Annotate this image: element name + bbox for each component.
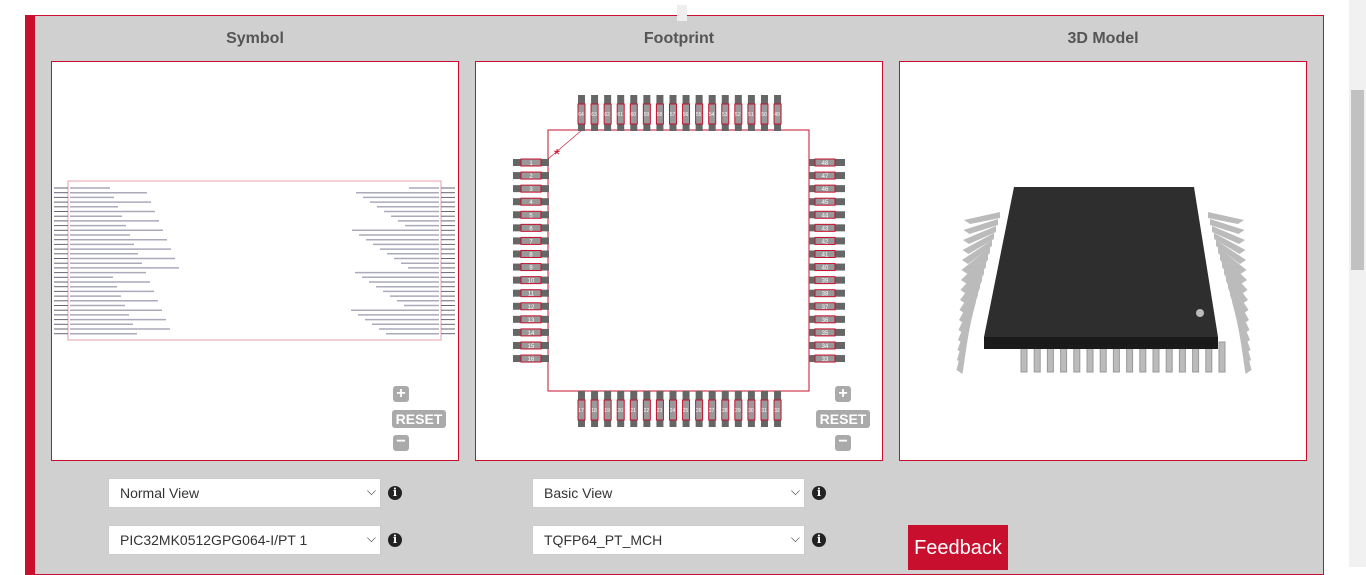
pad-number: 17 xyxy=(578,408,584,414)
ecad-preview-panel: Symbol Footprint 3D Model + RESET − * 1 48… xyxy=(25,15,1324,575)
pad-number: 42 xyxy=(822,239,829,245)
pad-number: 12 xyxy=(528,305,535,311)
pad-number: 58 xyxy=(657,112,663,118)
scrollbar[interactable] xyxy=(1349,0,1366,567)
symbol-view-value: Normal View xyxy=(120,485,200,501)
pad-number: 19 xyxy=(604,408,610,414)
pad-number: 27 xyxy=(709,408,715,414)
pad-number: 24 xyxy=(670,408,676,414)
pad-number: 44 xyxy=(822,213,829,219)
pad-number: 35 xyxy=(822,331,829,337)
pad-number: 52 xyxy=(735,112,741,118)
chip-side xyxy=(984,337,1218,349)
info-icon[interactable]: i xyxy=(388,533,402,547)
pad-number: 16 xyxy=(528,357,535,363)
footprint-drawing: *1 4864172 4763183 4662194 4561205 4460216 435… xyxy=(513,95,845,427)
3d-model-viewer[interactable] xyxy=(899,61,1307,461)
footprint-viewer[interactable]: * 1 48 64 17 2 47 63 18 3 46 62 19 4 45 61 20 5 44 60 21 6 43 5… xyxy=(475,61,883,461)
pad-number: 56 xyxy=(683,112,689,118)
chip-pin1-dot xyxy=(1196,309,1204,317)
pad-number: 62 xyxy=(604,112,610,118)
symbol-view-select[interactable]: Normal View ⌵ xyxy=(108,478,381,508)
pad-number: 34 xyxy=(822,344,829,350)
pad-number: 32 xyxy=(774,408,780,414)
model-heading: 3D Model xyxy=(1067,30,1139,47)
symbol-part-select[interactable]: PIC32MK0512GPG064-I/PT 1 ⌵ xyxy=(108,525,381,555)
info-icon[interactable]: i xyxy=(812,486,826,500)
pad-number: 49 xyxy=(774,112,780,118)
chevron-down-icon: ⌵ xyxy=(366,531,376,545)
pad-number: 30 xyxy=(748,408,754,414)
pad-number: 53 xyxy=(722,112,728,118)
pin1-marker: * xyxy=(554,147,560,164)
pad-number: 45 xyxy=(822,200,829,206)
scrollbar-thumb[interactable] xyxy=(1351,90,1364,270)
pad-number: 60 xyxy=(630,112,636,118)
pad-number: 48 xyxy=(822,161,829,167)
pad-number: 37 xyxy=(822,305,829,311)
pad-number: 50 xyxy=(761,112,767,118)
footprint-view-select[interactable]: Basic View ⌵ xyxy=(532,478,805,508)
pad-number: 43 xyxy=(822,226,829,232)
symbol-part-value: PIC32MK0512GPG064-I/PT 1 xyxy=(120,532,308,548)
pad-number: 25 xyxy=(683,408,689,414)
pad-number: 13 xyxy=(528,318,535,324)
pad-number: 26 xyxy=(696,408,702,414)
pad-number: 51 xyxy=(748,112,754,118)
symbol-heading: Symbol xyxy=(226,30,284,47)
pad-number: 31 xyxy=(761,408,767,414)
footprint-outline xyxy=(547,129,810,392)
pad-number: 38 xyxy=(822,292,829,298)
info-icon[interactable]: i xyxy=(812,533,826,547)
info-icon[interactable]: i xyxy=(388,486,402,500)
pad-number: 10 xyxy=(528,279,535,285)
pad-number: 20 xyxy=(617,408,623,414)
footprint-name-select[interactable]: TQFP64_PT_MCH ⌵ xyxy=(532,525,805,555)
footprint-view-value: Basic View xyxy=(544,485,613,501)
model-pin xyxy=(1218,341,1226,373)
pad-number: 14 xyxy=(528,331,535,337)
pad-number: 57 xyxy=(670,112,676,118)
pad-number: 39 xyxy=(822,279,829,285)
reset-button[interactable]: RESET xyxy=(816,410,870,428)
zoom-in-button[interactable]: + xyxy=(393,386,409,402)
pad-number: 61 xyxy=(617,112,623,118)
pad-number: 55 xyxy=(696,112,702,118)
pad-number: 21 xyxy=(630,408,636,414)
pad-number: 23 xyxy=(657,408,663,414)
pad-number: 59 xyxy=(644,112,650,118)
pad-number: 15 xyxy=(528,344,535,350)
pad-number: 46 xyxy=(822,187,829,193)
pad-number: 28 xyxy=(722,408,728,414)
pad-number: 29 xyxy=(735,408,741,414)
zoom-out-button[interactable]: − xyxy=(835,434,851,451)
zoom-in-button[interactable]: + xyxy=(835,386,851,402)
pad-number: 33 xyxy=(822,357,829,363)
footprint-name-value: TQFP64_PT_MCH xyxy=(544,532,663,548)
chevron-down-icon: ⌵ xyxy=(790,484,800,498)
reset-button[interactable]: RESET xyxy=(392,410,446,428)
pad-number: 22 xyxy=(644,408,650,414)
pad-number: 18 xyxy=(591,408,597,414)
resize-handle[interactable] xyxy=(677,5,687,21)
chevron-down-icon: ⌵ xyxy=(366,484,376,498)
footprint-heading: Footprint xyxy=(643,30,715,47)
pad-number: 11 xyxy=(528,292,535,298)
pad-number: 54 xyxy=(709,112,715,118)
symbol-body xyxy=(67,180,442,341)
3d-chip-model xyxy=(956,187,1252,374)
chevron-down-icon: ⌵ xyxy=(790,531,800,545)
pad-number: 47 xyxy=(822,174,829,180)
zoom-out-button[interactable]: − xyxy=(393,434,409,451)
chip-top xyxy=(984,187,1218,337)
pad-number: 63 xyxy=(591,112,597,118)
pad-number: 64 xyxy=(578,112,584,118)
pad-number: 40 xyxy=(822,266,829,272)
feedback-button[interactable]: Feedback xyxy=(908,525,1008,570)
pad-number: 41 xyxy=(822,252,829,258)
pad-number: 36 xyxy=(822,318,829,324)
symbol-viewer[interactable]: + RESET − xyxy=(51,61,459,461)
